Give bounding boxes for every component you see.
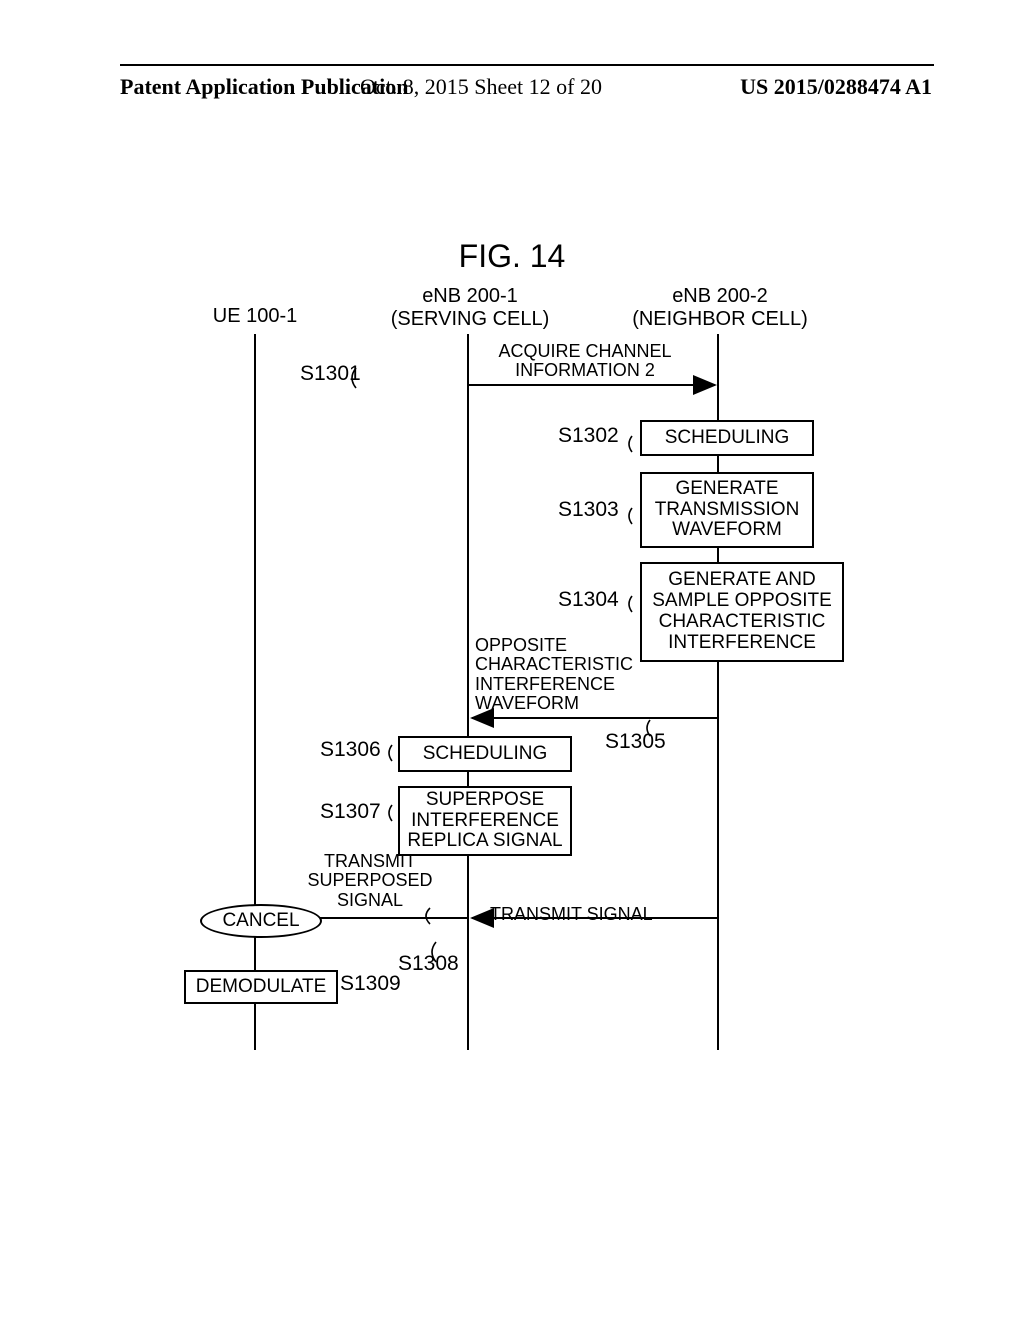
step-s1306-box: SCHEDULING	[398, 736, 572, 772]
step-s1303-box: GENERATE TRANSMISSION WAVEFORM	[640, 472, 814, 548]
step-s1304-box: GENERATE AND SAMPLE OPPOSITE CHARACTERIS…	[640, 562, 844, 662]
step-s1305-msg: OPPOSITE CHARACTERISTIC INTERFERENCE WAV…	[475, 636, 655, 714]
step-s1301-id: S1301	[300, 362, 361, 386]
step-s1304-id: S1304	[558, 588, 619, 612]
step-s1303-id: S1303	[558, 498, 619, 522]
step-s1302-id: S1302	[558, 424, 619, 448]
step-s1307-id: S1307	[320, 800, 381, 824]
step-s1308-id: S1308	[398, 952, 459, 976]
step-s1302-box: SCHEDULING	[640, 420, 814, 456]
step-s1309-box: DEMODULATE	[184, 970, 338, 1004]
step-s1305-id: S1305	[605, 730, 666, 754]
step-s1301-msg: ACQUIRE CHANNEL INFORMATION 2	[480, 342, 690, 381]
step-s1307-box: SUPERPOSE INTERFERENCE REPLICA SIGNAL	[398, 786, 572, 856]
step-s1308-msg-a: TRANSMIT SUPERPOSED SIGNAL	[300, 852, 440, 910]
step-s1306-id: S1306	[320, 738, 381, 762]
step-s1309-id: S1309	[340, 972, 401, 996]
step-s1308-msg-b: TRANSMIT SIGNAL	[490, 905, 690, 924]
cancel-ellipse: CANCEL	[200, 904, 322, 938]
